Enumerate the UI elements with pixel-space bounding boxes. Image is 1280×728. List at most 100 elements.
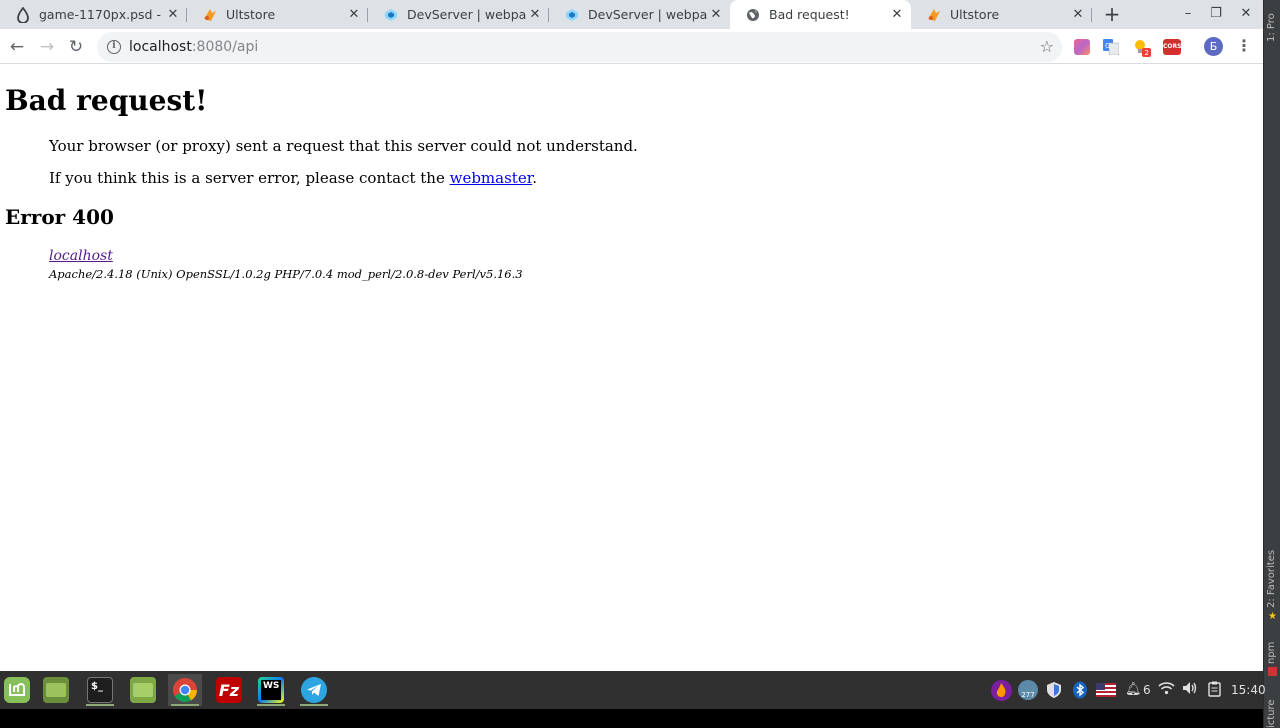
- notifications-icon[interactable]: 🔔︎: [1125, 681, 1142, 699]
- chrome-icon: [172, 677, 198, 703]
- screen-bottom-edge: [0, 709, 1263, 728]
- notifications-count: 6: [1143, 683, 1151, 697]
- ultstore-icon: [202, 7, 218, 23]
- ide-side-strip: 1: Pro 2: Favorites ★ npm icture: [1263, 0, 1280, 728]
- tab-title: DevServer | webpack: [407, 7, 526, 22]
- folder-button[interactable]: [126, 674, 160, 706]
- url-path: :8080/api: [191, 39, 259, 55]
- wifi-icon[interactable]: [1158, 681, 1175, 699]
- server-signature: Apache/2.4.18 (Unix) OpenSSL/1.0.2g PHP/…: [49, 267, 523, 281]
- avocode-icon: [15, 6, 31, 23]
- browser-window: game-1170px.psd - Avoc ✕ Ultstore ✕ DevS…: [0, 0, 1263, 671]
- bluetooth-icon[interactable]: [1071, 681, 1089, 699]
- npm-tool-label[interactable]: npm: [1266, 640, 1277, 664]
- close-icon[interactable]: ✕: [526, 6, 544, 24]
- us-flag-icon[interactable]: [1096, 683, 1116, 697]
- svg-text:G: G: [1105, 42, 1110, 50]
- star-icon: ★: [1268, 611, 1277, 622]
- localhost-link[interactable]: localhost: [49, 248, 113, 264]
- page-content: Bad request! Your browser (or proxy) sen…: [0, 65, 1263, 671]
- webstorm-icon: WS: [258, 677, 284, 703]
- tab-title: Bad request!: [769, 7, 850, 22]
- error-code-heading: Error 400: [5, 205, 114, 229]
- project-tool-label[interactable]: 1: Pro: [1266, 2, 1277, 42]
- chrome-button[interactable]: [168, 674, 202, 706]
- clock[interactable]: 15:40: [1231, 681, 1266, 699]
- folder-icon: [130, 677, 156, 703]
- filezilla-button[interactable]: Fz: [212, 674, 246, 706]
- minimize-button[interactable]: –: [1179, 5, 1197, 23]
- webstorm-button[interactable]: WS: [254, 674, 288, 706]
- taskbar: $_ Fz WS 277 🔔︎ 6 15:40: [0, 671, 1266, 709]
- tab-title: Ultstore: [950, 7, 1000, 22]
- close-icon[interactable]: ✕: [345, 6, 363, 24]
- mint-menu-button[interactable]: [0, 674, 34, 706]
- tab-bad-request[interactable]: Bad request! ✕: [730, 0, 911, 29]
- new-tab-button[interactable]: +: [1102, 4, 1122, 24]
- contact-message: If you think this is a server error, ple…: [49, 169, 537, 187]
- cors-label: CORS: [1163, 43, 1182, 50]
- info-icon[interactable]: i: [107, 40, 121, 54]
- close-icon[interactable]: ✕: [164, 6, 182, 24]
- contact-text: If you think this is a server error, ple…: [49, 169, 450, 187]
- address-bar[interactable]: i localhost:8080/api ☆: [97, 32, 1062, 62]
- terminal-icon: $_: [87, 677, 113, 703]
- globe-icon: [745, 7, 761, 23]
- tab-title: game-1170px.psd - Avoc: [39, 7, 164, 22]
- telegram-icon: [301, 677, 327, 703]
- toolbar: ← → ↻ i localhost:8080/api ☆ G 2 CORS Б …: [0, 29, 1263, 64]
- npm-icon: [1268, 667, 1277, 676]
- telegram-button[interactable]: [297, 674, 331, 706]
- update-count: 277: [1021, 691, 1035, 699]
- color-picker-extension-icon[interactable]: [1074, 39, 1090, 55]
- profile-avatar[interactable]: Б: [1204, 37, 1223, 56]
- translate-extension-icon[interactable]: G: [1103, 39, 1120, 56]
- address-block: localhost: [49, 248, 113, 264]
- tab-ultstore-2[interactable]: Ultstore ✕: [911, 0, 1092, 29]
- files-icon: [43, 677, 69, 703]
- update-manager-icon[interactable]: 277: [1018, 680, 1038, 700]
- favorites-tool-label[interactable]: 2: Favorites: [1266, 548, 1277, 608]
- close-window-button[interactable]: ✕: [1237, 5, 1255, 23]
- webmaster-link[interactable]: webmaster: [450, 169, 533, 187]
- error-message: Your browser (or proxy) sent a request t…: [49, 137, 638, 155]
- cors-extension-icon[interactable]: CORS: [1163, 39, 1181, 55]
- tab-ultstore[interactable]: Ultstore ✕: [187, 0, 368, 29]
- tab-strip: game-1170px.psd - Avoc ✕ Ultstore ✕ DevS…: [0, 0, 1263, 29]
- bookmark-star-icon[interactable]: ☆: [1040, 37, 1054, 56]
- contact-period: .: [532, 169, 538, 187]
- extension-badge: 2: [1145, 49, 1149, 57]
- tab-title: DevServer | webpack: [588, 7, 707, 22]
- url-host: localhost: [129, 39, 192, 55]
- back-button[interactable]: ←: [6, 36, 28, 58]
- webpack-icon: [564, 7, 580, 23]
- tab-devserver-1[interactable]: DevServer | webpack ✕: [368, 0, 549, 29]
- profile-initial: Б: [1209, 40, 1218, 53]
- files-button[interactable]: [39, 674, 73, 706]
- url-text[interactable]: localhost:8080/api: [129, 39, 258, 55]
- close-icon[interactable]: ✕: [1069, 6, 1087, 24]
- forward-button[interactable]: →: [36, 36, 58, 58]
- filezilla-icon: Fz: [216, 677, 242, 703]
- structure-tool-label[interactable]: icture: [1266, 690, 1277, 728]
- tab-devserver-2[interactable]: DevServer | webpack ✕: [549, 0, 730, 29]
- tab-title: Ultstore: [226, 7, 276, 22]
- webpack-icon: [383, 7, 399, 23]
- close-icon[interactable]: ✕: [888, 6, 906, 24]
- mint-menu-icon: [4, 677, 30, 703]
- flame-tray-icon[interactable]: [991, 680, 1012, 701]
- bulb-extension-icon[interactable]: 2: [1133, 39, 1151, 57]
- terminal-button[interactable]: $_: [83, 674, 117, 706]
- reload-button[interactable]: ↻: [65, 36, 87, 58]
- restore-button[interactable]: ❐: [1207, 5, 1225, 23]
- ultstore-icon: [926, 7, 942, 23]
- page-title: Bad request!: [5, 84, 208, 117]
- volume-icon[interactable]: [1182, 681, 1198, 699]
- clipboard-icon[interactable]: [1208, 681, 1221, 699]
- kebab-menu-icon[interactable]: ⋮: [1236, 35, 1252, 57]
- terminal-prompt: $_: [91, 681, 103, 692]
- tab-avocode[interactable]: game-1170px.psd - Avoc ✕: [0, 0, 187, 29]
- close-icon[interactable]: ✕: [707, 6, 725, 24]
- webstorm-label: WS: [261, 680, 281, 700]
- shield-icon[interactable]: [1045, 681, 1063, 699]
